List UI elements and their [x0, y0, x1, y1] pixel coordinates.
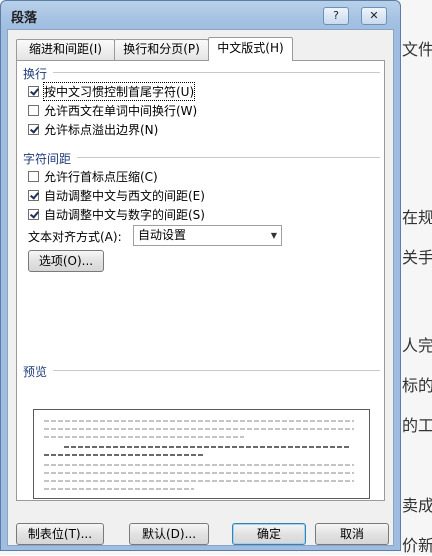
checkbox-box[interactable] — [28, 86, 39, 97]
preview-line — [44, 436, 244, 438]
preview-label: 预览 — [23, 365, 48, 379]
checkbox-label: 允许西文在单词中间换行(W) — [44, 104, 198, 118]
checkbox-label: 自动调整中文与西文的间距(E) — [44, 189, 205, 203]
preview-line — [44, 420, 354, 422]
doc-fragment: 标的 — [402, 376, 432, 395]
group-divider — [77, 157, 380, 158]
tab-line-page-break[interactable]: 换行和分页(P) — [114, 39, 209, 60]
preview-line — [44, 488, 194, 490]
char-spacing-group-label: 字符间距 — [23, 152, 72, 166]
title-bar[interactable]: 段落 ? ✕ — [1, 1, 400, 29]
ok-button[interactable]: 确定 — [232, 523, 306, 545]
tab-stops-button[interactable]: 制表位(T)... — [16, 523, 104, 545]
help-button[interactable]: ? — [323, 7, 349, 25]
checkbox-box[interactable] — [28, 105, 39, 116]
preview-line — [44, 480, 354, 482]
preview-box — [33, 409, 370, 499]
doc-fragment: 文件 — [402, 40, 432, 59]
checkbox-control-first-last-chars[interactable]: 按中文习惯控制首尾字符(U) — [28, 82, 196, 101]
text-alignment-select[interactable]: 自动设置 ▼ — [133, 225, 282, 246]
checkbox-label: 允许标点溢出边界(N) — [44, 123, 159, 137]
text-alignment-label: 文本对齐方式(A): — [28, 230, 122, 244]
doc-fragment: 在规 — [402, 208, 432, 227]
preview-line — [64, 446, 349, 448]
checkbox-autospace-cjk-latin[interactable]: 自动调整中文与西文的间距(E) — [28, 187, 205, 204]
line-break-group-label: 换行 — [23, 67, 48, 81]
options-button[interactable]: 选项(O)... — [28, 250, 104, 272]
tab-indent-spacing[interactable]: 缩进和间距(I) — [16, 39, 115, 60]
checkbox-box[interactable] — [28, 124, 39, 135]
doc-fragment: 关手 — [402, 248, 432, 267]
checkbox-box[interactable] — [28, 209, 39, 220]
doc-fragment: 价新 — [402, 536, 432, 555]
chevron-down-icon[interactable]: ▼ — [271, 226, 277, 245]
checkbox-autospace-cjk-digit[interactable]: 自动调整中文与数字的间距(S) — [28, 206, 205, 223]
close-button[interactable]: ✕ — [361, 7, 387, 25]
checkbox-label: 自动调整中文与数字的间距(S) — [44, 208, 205, 222]
checkbox-box[interactable] — [28, 171, 39, 182]
set-default-button[interactable]: 默认(D)... — [129, 523, 209, 545]
text-alignment-value: 自动设置 — [138, 228, 187, 242]
checkbox-box[interactable] — [28, 190, 39, 201]
checkbox-allow-latin-wrap[interactable]: 允许西文在单词中间换行(W) — [28, 102, 197, 119]
cancel-button[interactable]: 取消 — [315, 523, 389, 545]
tab-asian-typography[interactable]: 中文版式(H) — [208, 37, 293, 61]
dialog-body: 缩进和间距(I) 换行和分页(P) 中文版式(H) 换行 按中文习惯控制首尾字符… — [7, 29, 394, 546]
doc-fragment: 人完 — [402, 336, 432, 355]
preview-line — [44, 428, 354, 430]
preview-line — [44, 464, 354, 466]
doc-fragment: 的工 — [402, 416, 432, 435]
preview-line — [44, 454, 204, 456]
tab-panel: 换行 按中文习惯控制首尾字符(U) 允许西文在单词中间换行(W) 允许标点溢出边… — [16, 60, 385, 501]
preview-line — [44, 472, 354, 474]
group-divider — [53, 370, 380, 371]
checkbox-allow-hanging-punctuation[interactable]: 允许标点溢出边界(N) — [28, 121, 158, 138]
group-divider — [53, 72, 380, 73]
checkbox-label: 按中文习惯控制首尾字符(U) — [42, 82, 196, 101]
paragraph-dialog: 段落 ? ✕ 缩进和间距(I) 换行和分页(P) 中文版式(H) 换行 按中文习… — [0, 0, 401, 551]
checkbox-compress-leading-punct[interactable]: 允许行首标点压缩(C) — [28, 168, 158, 185]
checkbox-label: 允许行首标点压缩(C) — [44, 170, 158, 184]
doc-fragment: 卖成 — [402, 496, 432, 515]
dialog-title: 段落 — [11, 11, 38, 26]
